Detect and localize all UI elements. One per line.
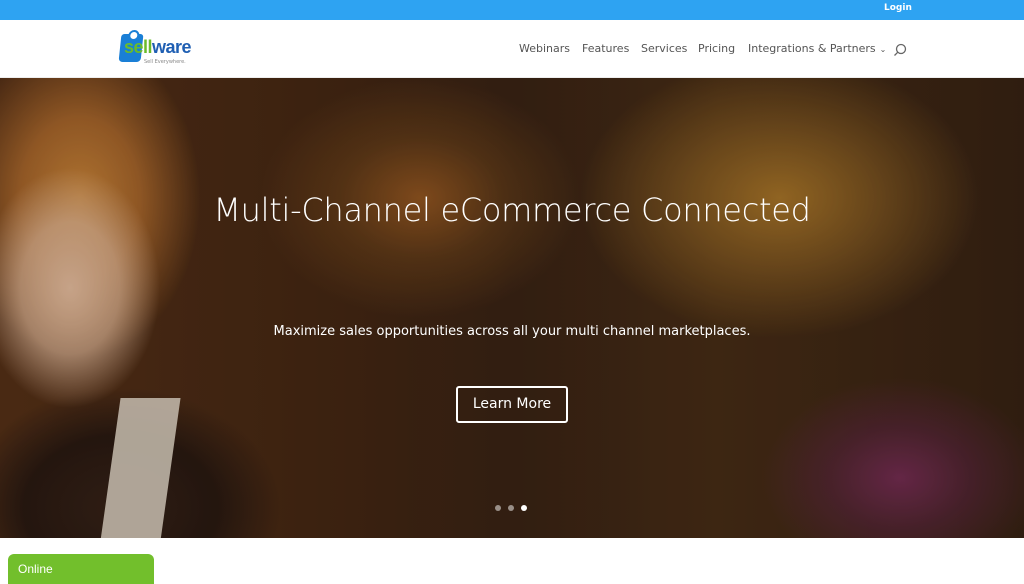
chat-status-label: Online (18, 562, 53, 576)
hero-title: Multi-Channel eCommerce Connected (213, 191, 811, 229)
site-header: sellware Sell Everywhere. Webinars Featu… (0, 20, 1024, 78)
live-chat-widget[interactable]: Online (8, 554, 154, 584)
nav-integrations-partners[interactable]: Integrations & Partners ⌄ (748, 42, 886, 55)
sellware-logo[interactable]: sellware Sell Everywhere. (118, 32, 204, 66)
top-bar: Login (0, 0, 1024, 20)
learn-more-button[interactable]: Learn More (456, 386, 568, 423)
slide-dot-2[interactable] (508, 505, 514, 511)
nav-webinars[interactable]: Webinars (519, 42, 570, 55)
chevron-down-icon: ⌄ (879, 45, 887, 54)
slide-dot-1[interactable] (495, 505, 501, 511)
hero-slider: Multi-Channel eCommerce Connected Maximi… (0, 78, 1024, 538)
login-link[interactable]: Login (884, 3, 912, 13)
search-icon[interactable] (893, 42, 907, 56)
hero-subtitle: Maximize sales opportunities across all … (273, 324, 751, 339)
logo-wordmark: sellware (124, 37, 192, 57)
nav-features[interactable]: Features (582, 42, 629, 55)
nav-integrations-label: Integrations & Partners (748, 42, 876, 55)
logo-tagline: Sell Everywhere. (144, 59, 186, 65)
nav-services[interactable]: Services (641, 42, 687, 55)
nav-pricing[interactable]: Pricing (698, 42, 735, 55)
slide-dot-3[interactable] (521, 505, 527, 511)
